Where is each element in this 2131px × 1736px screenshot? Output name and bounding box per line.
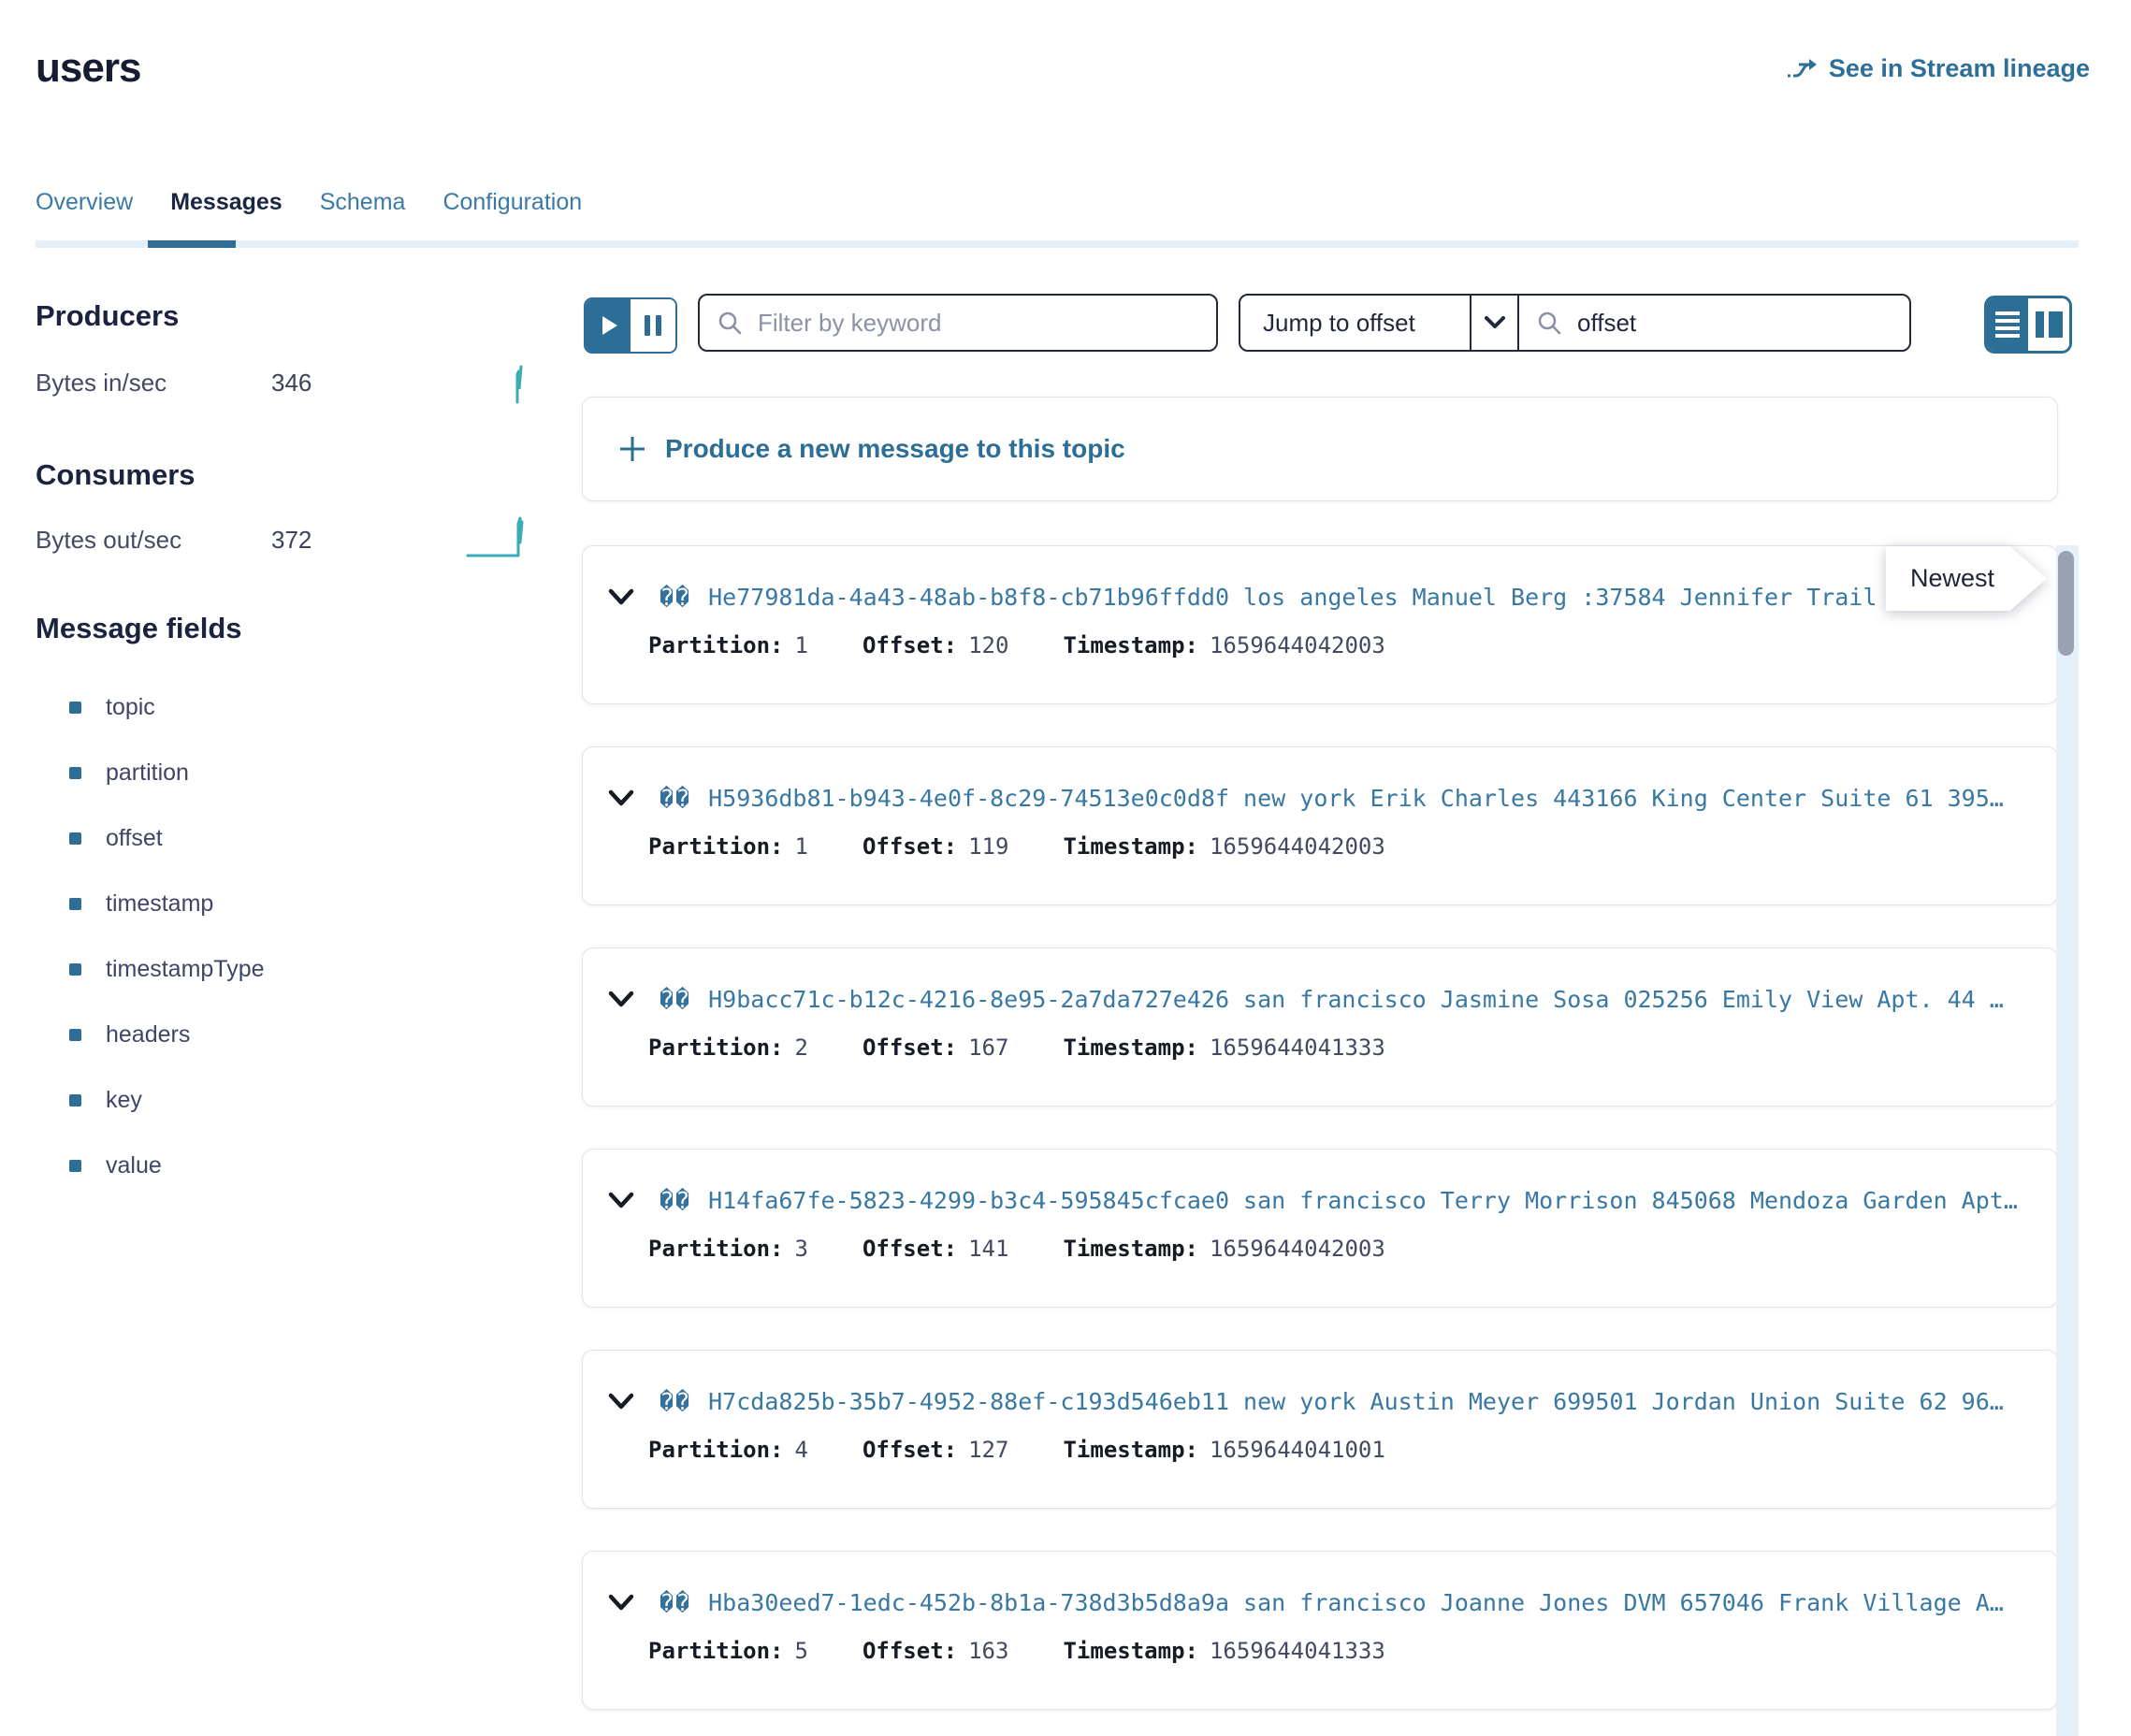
message-meta: Partition:4 Offset:127 Timestamp:1659644… [648,1437,1385,1463]
pause-button[interactable] [631,299,675,352]
tab-messages[interactable]: Messages [170,189,283,225]
message-meta: Partition:5 Offset:163 Timestamp:1659644… [648,1638,1385,1664]
produce-message-button[interactable]: Produce a new message to this topic [582,397,2058,501]
bullet-icon [69,898,81,910]
view-mode-toggle [1984,296,2072,354]
message-key: ��H9bacc71c-b12c-4216-8e95-2a7da727e426 … [660,986,2044,1013]
message-key: ��H5936db81-b943-4e0f-8c29-74513e0c0d8f … [660,785,2044,812]
bytes-out-sparkline [466,513,528,559]
chevron-down-icon [1483,314,1507,331]
field-item-offset: offset [69,825,163,852]
message-key: ��Hba30eed7-1edc-452b-8b1a-738d3b5d8a9a … [660,1589,2044,1616]
chevron-down-icon[interactable] [607,990,635,1010]
field-item-partition: partition [69,760,189,787]
filter-input[interactable] [756,308,1199,339]
message-key: ��H7cda825b-35b7-4952-88ef-c193d546eb11 … [660,1388,2044,1415]
jump-to-offset-control: Jump to offset [1239,294,1911,352]
page-title: users [36,45,140,92]
bytes-in-sparkline [505,361,529,404]
bytes-in-value: 346 [271,369,312,398]
field-item-timestampType: timestampType [69,956,265,983]
messages-scrollbar-thumb[interactable] [2058,551,2074,656]
search-icon [1536,310,1562,336]
message-meta: Partition:2 Offset:167 Timestamp:1659644… [648,1034,1385,1061]
message-key: ��He77981da-4a43-48ab-b8f8-cb71b96ffdd0 … [660,584,2044,611]
column-view-icon [2036,311,2044,338]
messages-scrollbar-track[interactable] [2056,545,2079,1736]
message-row[interactable]: ��Hba30eed7-1edc-452b-8b1a-738d3b5d8a9a … [582,1551,2058,1710]
bullet-icon [69,963,81,976]
tab-configuration[interactable]: Configuration [442,189,582,225]
newest-tooltip: Newest [1886,546,2047,611]
offset-input[interactable] [1575,308,1892,339]
bullet-icon [69,767,81,779]
chevron-down-icon[interactable] [607,788,635,809]
bytes-in-label: Bytes in/sec [36,369,167,398]
column-view-button[interactable] [2028,298,2069,351]
lineage-link-label: See in Stream lineage [1829,54,2090,83]
list-view-button[interactable] [1987,298,2028,351]
field-item-headers: headers [69,1021,190,1049]
tab-overview[interactable]: Overview [36,189,133,225]
live-mode-toggle [584,297,677,354]
bullet-icon [69,1160,81,1172]
field-item-timestamp: timestamp [69,890,213,918]
message-key: ��H14fa67fe-5823-4299-b3c4-595845cfcae0 … [660,1187,2044,1214]
tab-bar: Overview Messages Schema Configuration [36,189,582,225]
chevron-down-icon[interactable] [607,1191,635,1211]
produce-message-label: Produce a new message to this topic [665,434,1125,464]
message-row[interactable]: ��He77981da-4a43-48ab-b8f8-cb71b96ffdd0 … [582,545,2058,704]
message-meta: Partition:3 Offset:141 Timestamp:1659644… [648,1236,1385,1262]
select-chevron-button[interactable] [1470,296,1519,350]
bullet-icon [69,1029,81,1041]
chevron-down-icon[interactable] [607,587,635,608]
lineage-arrow-icon [1786,55,1818,83]
field-item-value: value [69,1152,162,1179]
bullet-icon [69,832,81,845]
bullet-icon [69,1094,81,1107]
chevron-down-icon[interactable] [607,1392,635,1412]
play-icon [602,316,617,335]
tab-schema[interactable]: Schema [320,189,406,225]
bytes-out-value: 372 [271,526,312,555]
message-meta: Partition:1 Offset:120 Timestamp:1659644… [648,632,1385,658]
stream-lineage-link[interactable]: See in Stream lineage [1786,54,2090,83]
tab-underline-track [36,240,2079,248]
play-button[interactable] [586,299,631,352]
bullet-icon [69,702,81,714]
tab-underline-active [148,240,236,248]
jump-to-offset-select[interactable]: Jump to offset [1240,296,1470,350]
message-row[interactable]: ��H7cda825b-35b7-4952-88ef-c193d546eb11 … [582,1350,2058,1509]
field-item-key: key [69,1087,142,1114]
message-fields-heading: Message fields [36,612,242,645]
message-meta: Partition:1 Offset:119 Timestamp:1659644… [648,833,1385,860]
producers-heading: Producers [36,299,179,333]
pause-icon [645,315,650,336]
newest-tooltip-label: Newest [1886,546,2047,611]
message-row[interactable]: ��H14fa67fe-5823-4299-b3c4-595845cfcae0 … [582,1149,2058,1308]
message-row[interactable]: ��H5936db81-b943-4e0f-8c29-74513e0c0d8f … [582,746,2058,905]
field-item-topic: topic [69,694,155,721]
list-view-icon [1995,311,2020,315]
consumers-heading: Consumers [36,458,196,492]
offset-search-wrap [1519,296,1909,350]
bytes-out-label: Bytes out/sec [36,526,181,555]
filter-input-wrap [698,294,1218,352]
message-row[interactable]: ��H9bacc71c-b12c-4216-8e95-2a7da727e426 … [582,948,2058,1107]
plus-icon [618,435,646,463]
search-icon [717,310,743,336]
chevron-down-icon[interactable] [607,1593,635,1613]
